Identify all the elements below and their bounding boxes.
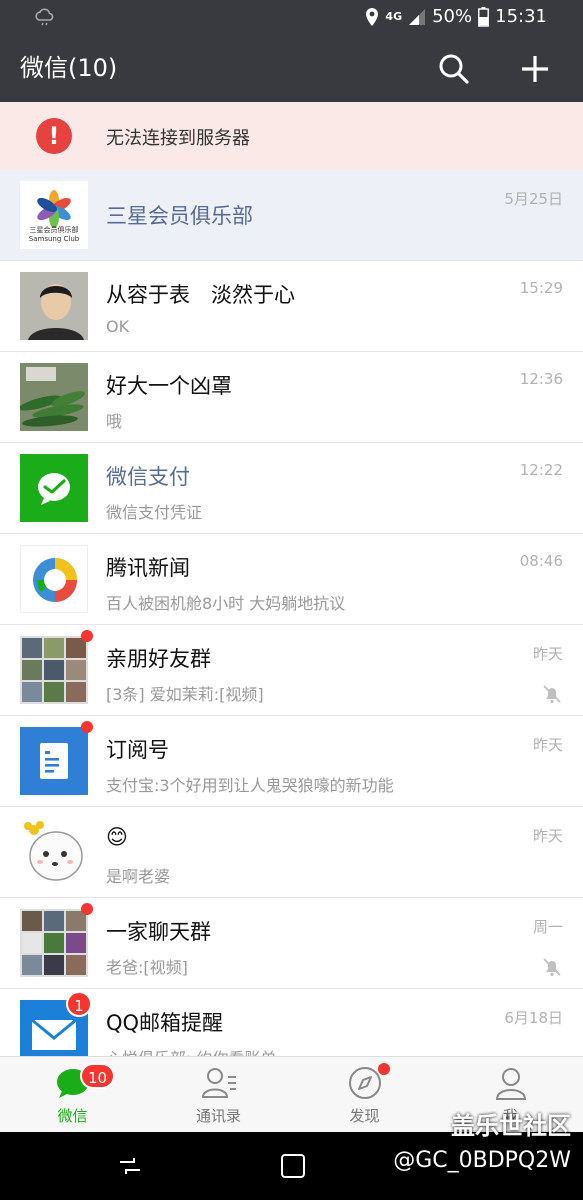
flower-logo-icon: 三星会员俱乐部 Samsung Club (29, 190, 80, 243)
battery-percent: 50% (432, 6, 473, 27)
mute-bell-icon (543, 685, 561, 704)
chat-name: 三星会员俱乐部 (106, 204, 253, 228)
chat-preview: [3条] 爱如茉莉:[视频] (106, 685, 264, 704)
tab-label: 通讯录 (195, 1107, 241, 1125)
tab-chats[interactable]: 10 微信 (0, 1057, 145, 1133)
chat-preview: 老爸:[视频] (106, 958, 188, 977)
chat-row-wechat-pay[interactable]: 微信支付 微信支付凭证 12:22 (0, 443, 583, 534)
chat-time: 08:46 (519, 552, 563, 570)
home-icon[interactable] (280, 1153, 306, 1179)
avatar (20, 636, 88, 704)
signal-icon (409, 8, 426, 25)
chat-row-qq-mail[interactable]: 1 QQ邮箱提醒 心悦俱乐部: 约你看账单 6月18日 (0, 989, 583, 1056)
chat-preview: 是啊老婆 (106, 867, 171, 886)
chat-preview: 哦 (106, 412, 123, 431)
chat-row-group[interactable]: 亲朋好友群 [3条] 爱如茉莉:[视频] 昨天 (0, 625, 583, 716)
chat-row-samsung-club[interactable]: 三星会员俱乐部 Samsung Club 三星会员俱乐部 5月25日 (0, 170, 583, 261)
unread-badge: 1 (66, 991, 92, 1017)
chat-name: 一家聊天群 (106, 920, 211, 944)
chat-time: 5月25日 (504, 190, 563, 208)
person-photo-icon (20, 272, 88, 340)
chat-name: QQ邮箱提醒 (106, 1011, 224, 1035)
search-icon[interactable] (438, 53, 470, 85)
document-icon (40, 743, 68, 779)
chat-name: 从容于表 淡然于心 (106, 283, 295, 307)
cucumber-photo-icon (20, 363, 88, 431)
chat-time: 周一 (532, 918, 563, 936)
chat-row[interactable]: 😊 是啊老婆 昨天 (0, 807, 583, 898)
avatar (20, 818, 88, 886)
group-grid-icon (22, 911, 86, 975)
avatar: 三星会员俱乐部 Samsung Club (20, 181, 88, 249)
chat-preview: 支付宝:3个好用到让人鬼哭狼嚎的新功能 (106, 776, 394, 795)
mute-bell-icon (543, 958, 561, 977)
chat-name: 😊 (106, 825, 128, 849)
tab-contacts[interactable]: 通讯录 (146, 1057, 291, 1133)
cartoon-face-icon (24, 821, 83, 881)
chat-time: 15:29 (519, 279, 563, 297)
avatar (20, 454, 88, 522)
chat-time: 昨天 (532, 736, 563, 754)
chat-time: 昨天 (532, 827, 563, 845)
app-header: 微信(10) (0, 34, 583, 102)
watermark-user: @GC_0BDPQ2W (393, 1148, 571, 1173)
unread-badge: 10 (80, 1063, 116, 1089)
weather-icon (35, 8, 54, 26)
compass-icon (348, 1067, 381, 1099)
chat-time: 6月18日 (504, 1009, 563, 1027)
chat-preview: 心悦俱乐部: 约你看账单 (106, 1045, 276, 1056)
avatar (20, 909, 88, 977)
location-icon (366, 7, 379, 26)
chat-row[interactable]: 好大一个凶罩 哦 12:36 (0, 352, 583, 443)
network-type: 4G (385, 10, 403, 23)
chat-time: 昨天 (532, 645, 563, 663)
chat-name: 好大一个凶罩 (106, 374, 232, 398)
wechat-pay-icon (38, 473, 70, 505)
clock: 15:31 (495, 6, 547, 27)
status-bar: 4G 50% 15:31 (0, 0, 583, 34)
chat-row-subscriptions[interactable]: 订阅号 支付宝:3个好用到让人鬼哭狼嚎的新功能 昨天 (0, 716, 583, 807)
unread-dot (378, 1063, 390, 1075)
avatar (20, 363, 88, 431)
chat-list[interactable]: 三星会员俱乐部 Samsung Club 三星会员俱乐部 5月25日 从容于表 … (0, 170, 583, 1056)
page-title: 微信(10) (20, 54, 118, 82)
chat-time: 12:22 (519, 461, 563, 479)
tab-discover[interactable]: 发现 (292, 1057, 437, 1133)
chat-time: 12:36 (519, 370, 563, 388)
chat-preview: OK (106, 317, 130, 336)
chat-preview: 微信支付凭证 (106, 503, 203, 522)
chat-preview: 百人被困机舱8小时 大妈躺地抗议 (106, 594, 346, 613)
group-grid-icon (22, 638, 86, 702)
chat-row-group[interactable]: 一家聊天群 老爸:[视频] 周一 (0, 898, 583, 989)
battery-icon (478, 6, 490, 27)
chat-name: 订阅号 (106, 738, 169, 762)
connection-error-banner[interactable]: ! 无法连接到服务器 (0, 102, 583, 170)
chat-name: 微信支付 (106, 465, 190, 489)
tencent-news-icon (33, 558, 77, 602)
avatar (20, 272, 88, 340)
tab-label: 发现 (349, 1107, 380, 1125)
profile-icon (495, 1068, 526, 1100)
unread-dot (81, 721, 93, 733)
unread-dot (81, 630, 93, 642)
chat-row-tencent-news[interactable]: 腾讯新闻 百人被困机舱8小时 大妈躺地抗议 08:46 (0, 534, 583, 625)
chat-name: 腾讯新闻 (106, 556, 190, 580)
contacts-icon (201, 1068, 236, 1098)
unread-dot (81, 903, 93, 915)
svg-text:Samsung Club: Samsung Club (29, 235, 80, 243)
banner-text: 无法连接到服务器 (106, 128, 250, 149)
chat-row[interactable]: 从容于表 淡然于心 OK 15:29 (0, 261, 583, 352)
svg-text:三星会员俱乐部: 三星会员俱乐部 (30, 225, 79, 234)
plus-icon[interactable] (518, 52, 552, 86)
avatar (20, 727, 88, 795)
avatar (20, 545, 88, 613)
recent-apps-icon[interactable] (116, 1152, 144, 1180)
error-icon: ! (36, 118, 72, 154)
watermark-brand: 盖乐世社区 (451, 1112, 571, 1140)
chat-name: 亲朋好友群 (106, 647, 211, 671)
tab-label: 微信 (57, 1107, 88, 1125)
